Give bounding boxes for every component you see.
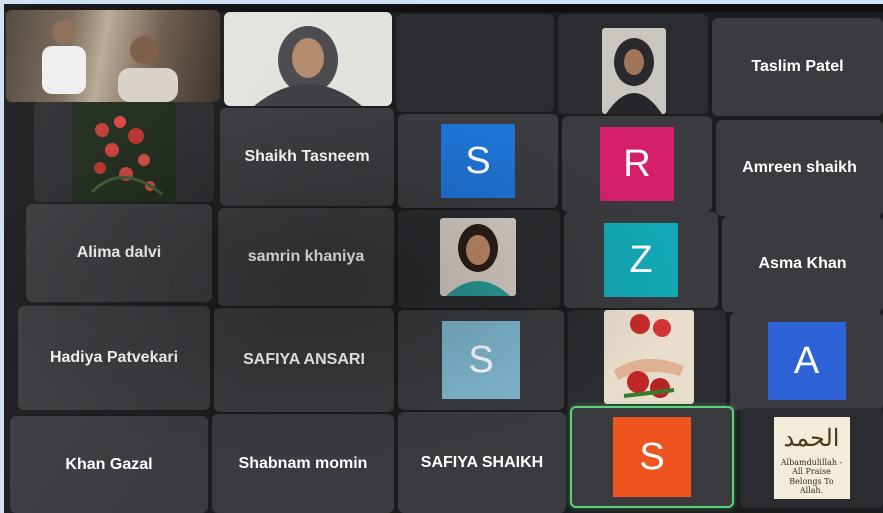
- participant-video-feed: [440, 218, 516, 296]
- video-tile-camera-3[interactable]: [558, 14, 708, 114]
- participant-tile[interactable]: A: [730, 312, 883, 410]
- video-call-grid: Taslim Patel Shaikh Tasneem S R Amreen s…: [4, 4, 883, 513]
- participant-avatar: S: [442, 321, 520, 399]
- participant-tile[interactable]: Z: [564, 212, 718, 308]
- participant-name: Amreen shaikh: [742, 159, 857, 176]
- participant-name: SAFIYA ANSARI: [243, 351, 365, 368]
- participant-name: samrin khaniya: [247, 248, 365, 265]
- participant-name: Asma Khan: [758, 255, 847, 272]
- participant-tile[interactable]: Khan Gazal: [10, 416, 208, 513]
- participant-video-feed: [224, 12, 392, 106]
- participant-video-feed: [6, 10, 220, 102]
- video-tile-camera-1[interactable]: [6, 10, 220, 102]
- participant-avatar: S: [613, 417, 691, 497]
- participant-tile-active-speaker[interactable]: S: [570, 406, 734, 508]
- participant-tile[interactable]: Taslim Patel: [712, 18, 883, 116]
- participant-tile[interactable]: Hadiya Patvekari: [18, 306, 210, 410]
- participant-tile[interactable]: Alima dalvi: [26, 204, 212, 302]
- video-tile-off-1[interactable]: [396, 14, 554, 112]
- participant-tile[interactable]: Amreen shaikh: [716, 120, 883, 216]
- participant-name: Taslim Patel: [751, 58, 844, 75]
- participant-tile[interactable]: SAFIYA SHAIKH: [398, 412, 566, 513]
- arabic-calligraphy-icon: الحمد: [783, 423, 840, 452]
- calligraphy-image: الحمد Albamdulillah - All Praise Belongs…: [773, 417, 850, 499]
- participant-tile[interactable]: Shabnam momin: [212, 414, 394, 513]
- participant-avatar: R: [600, 127, 674, 201]
- participant-avatar: Z: [604, 223, 678, 297]
- video-tile-camera-4[interactable]: [34, 102, 214, 202]
- participant-name: Khan Gazal: [65, 455, 153, 473]
- participant-name: SAFIYA SHAIKH: [420, 453, 544, 471]
- video-tile-camera-5[interactable]: [398, 210, 560, 308]
- participant-tile[interactable]: Asma Khan: [722, 216, 883, 312]
- video-tile-camera-2[interactable]: [224, 12, 392, 106]
- participant-video-feed: [72, 102, 176, 202]
- participant-tile[interactable]: samrin khaniya: [218, 208, 394, 306]
- participant-name: Hadiya Patvekari: [49, 349, 179, 366]
- participant-tile[interactable]: S: [398, 310, 564, 410]
- participant-tile[interactable]: Shaikh Tasneem: [220, 108, 394, 206]
- calligraphy-caption: Albamdulillah - All Praise Belongs To Al…: [780, 458, 843, 495]
- participant-name: Alima dalvi: [76, 244, 162, 261]
- rose-image: [604, 310, 694, 404]
- participant-name: Shabnam momin: [238, 454, 368, 472]
- video-tile-image-calligraphy[interactable]: الحمد Albamdulillah - All Praise Belongs…: [740, 408, 883, 508]
- participant-avatar: A: [767, 322, 846, 400]
- participant-name: Shaikh Tasneem: [244, 148, 370, 165]
- participant-tile[interactable]: R: [562, 116, 712, 212]
- participant-video-feed: [602, 28, 666, 114]
- participant-tile[interactable]: SAFIYA ANSARI: [214, 308, 394, 412]
- video-tile-image-roses[interactable]: [568, 310, 726, 410]
- participant-avatar: S: [441, 124, 515, 198]
- participant-tile[interactable]: S: [398, 114, 558, 208]
